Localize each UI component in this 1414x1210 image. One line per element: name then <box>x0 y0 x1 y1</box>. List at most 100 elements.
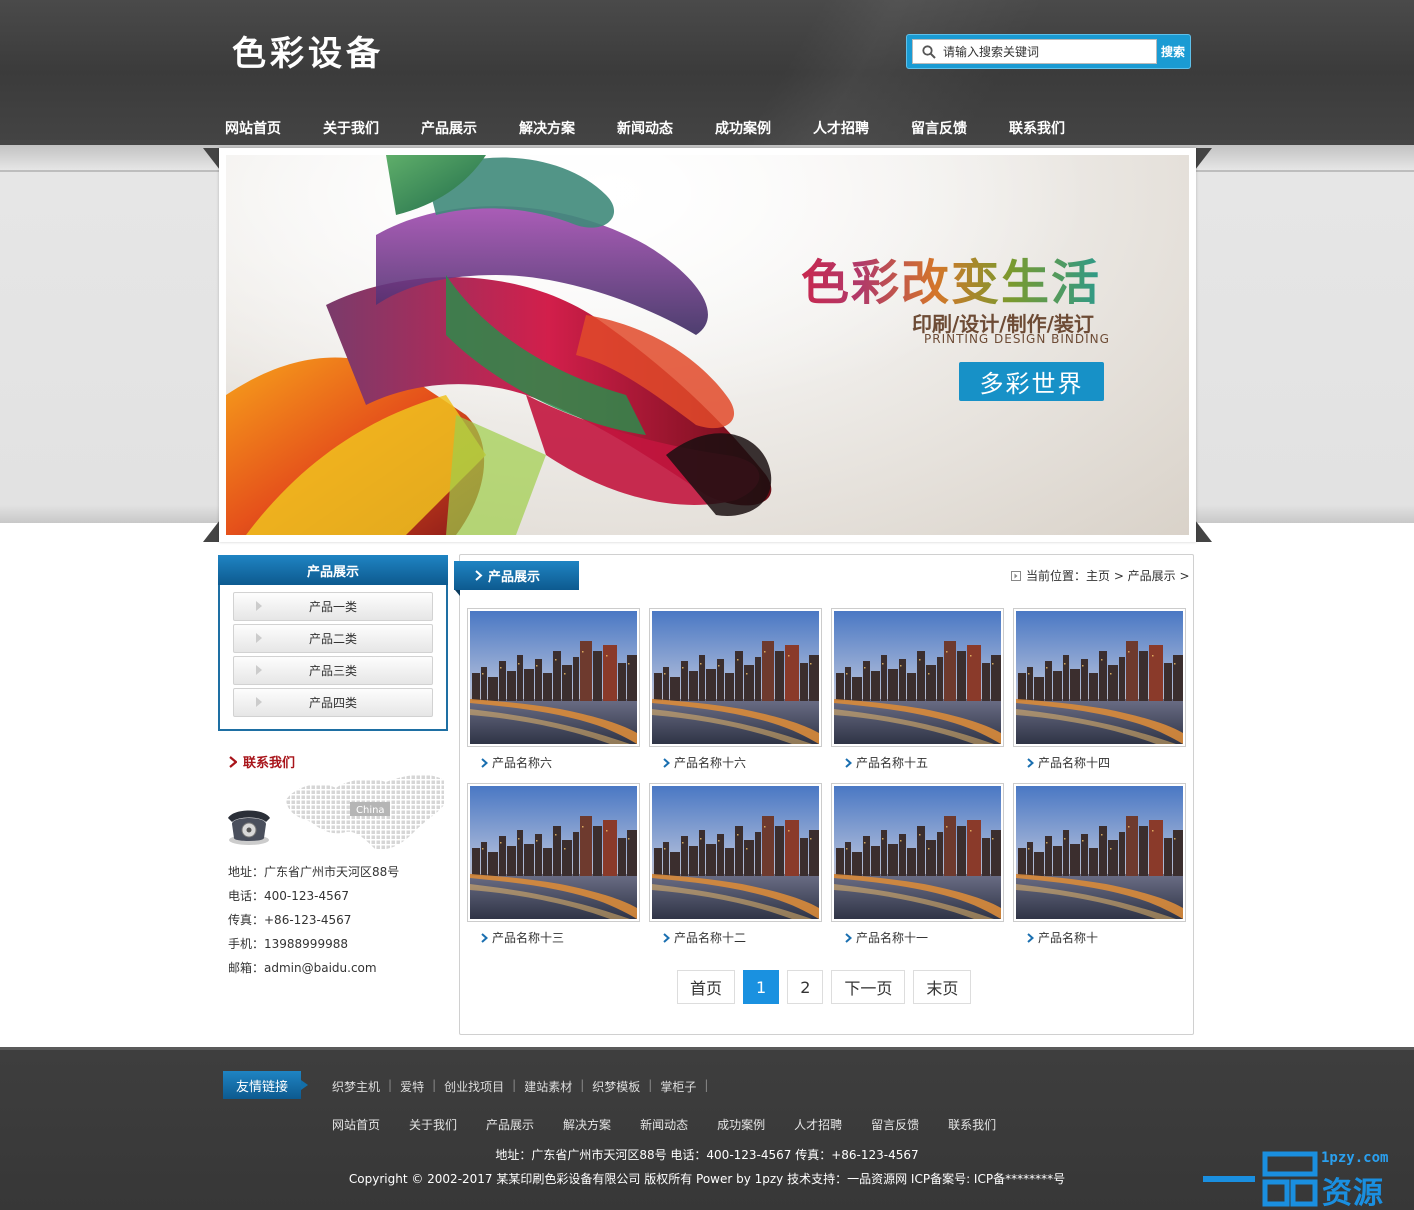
search-icon <box>922 45 936 59</box>
product-panel-tab: 产品展示 <box>454 561 579 596</box>
footer-nav-item[interactable]: 网站首页 <box>332 1116 380 1133</box>
friend-link[interactable]: 建站素材 <box>524 1078 572 1095</box>
footer-nav-item[interactable]: 成功案例 <box>717 1116 765 1133</box>
main-nav: 网站首页 关于我们 产品展示 解决方案 新闻动态 成功案例 人才招聘 留言反馈 … <box>225 118 1107 138</box>
pagination: 首页 1 2 下一页 末页 <box>677 970 979 1004</box>
page-next[interactable]: 下一页 <box>831 970 906 1004</box>
footer-nav-item[interactable]: 解决方案 <box>563 1116 611 1133</box>
footer-nav-item[interactable]: 关于我们 <box>409 1116 457 1133</box>
page-2[interactable]: 2 <box>787 970 824 1004</box>
category-item[interactable]: 产品二类 <box>233 624 433 653</box>
product-thumbnail[interactable] <box>831 608 1004 747</box>
footer-nav-item[interactable]: 产品展示 <box>486 1116 534 1133</box>
product-name[interactable]: 产品名称十四 <box>1038 756 1110 770</box>
product-name[interactable]: 产品名称十 <box>1038 931 1098 945</box>
nav-item-home[interactable]: 网站首页 <box>225 118 323 138</box>
breadcrumb-text[interactable]: 当前位置：主页 > 产品展示 > <box>1026 567 1190 584</box>
contact-title: 联系我们 <box>229 752 295 771</box>
product-card[interactable]: 产品名称十三 <box>467 783 640 946</box>
nav-item-news[interactable]: 新闻动态 <box>617 118 715 138</box>
nav-item-contact[interactable]: 联系我们 <box>1009 118 1107 138</box>
triangle-icon <box>256 601 262 611</box>
category-item[interactable]: 产品四类 <box>233 688 433 717</box>
footer-nav-item[interactable]: 留言反馈 <box>871 1116 919 1133</box>
product-thumbnail[interactable] <box>467 783 640 922</box>
nav-item-feedback[interactable]: 留言反馈 <box>911 118 1009 138</box>
product-card[interactable]: 产品名称十六 <box>649 608 822 771</box>
category-label: 产品一类 <box>308 600 357 614</box>
product-thumbnail[interactable] <box>1013 783 1186 922</box>
banner-image[interactable]: 色彩改变生活 印刷/设计/制作/装订 PRINTING DESIGN BINDI… <box>226 155 1189 535</box>
search-input[interactable]: 请输入搜索关键词 <box>912 39 1157 64</box>
friend-link[interactable]: 创业找项目 <box>444 1078 504 1095</box>
footer-nav-item[interactable]: 人才招聘 <box>794 1116 842 1133</box>
product-thumbnail[interactable] <box>467 608 640 747</box>
friend-link[interactable]: 掌柜子 <box>660 1078 696 1095</box>
friend-links: 织梦主机 | 爱特 | 创业找项目 | 建站素材 | 织梦模板 | 掌柜子 | <box>332 1078 709 1095</box>
search-button[interactable]: 搜索 <box>1157 39 1189 64</box>
product-thumbnail[interactable] <box>649 608 822 747</box>
friend-link[interactable]: 织梦模板 <box>592 1078 640 1095</box>
city-skyline-image <box>652 611 819 744</box>
banner-title: 色彩改变生活 <box>801 243 1101 313</box>
watermark-name: 资源网 <box>1322 1176 1384 1210</box>
footer-nav-item[interactable]: 联系我们 <box>948 1116 996 1133</box>
product-thumbnail[interactable] <box>649 783 822 922</box>
nav-item-about[interactable]: 关于我们 <box>323 118 421 138</box>
product-card[interactable]: 产品名称六 <box>467 608 640 771</box>
search-box: 请输入搜索关键词 搜索 <box>906 34 1191 69</box>
triangle-icon <box>256 697 262 707</box>
product-thumbnail[interactable] <box>1013 608 1186 747</box>
category-item[interactable]: 产品一类 <box>233 592 433 621</box>
product-card[interactable]: 产品名称十二 <box>649 783 822 946</box>
category-label: 产品二类 <box>308 632 357 646</box>
product-name[interactable]: 产品名称十二 <box>674 931 746 945</box>
product-card[interactable]: 产品名称十五 <box>831 608 1004 771</box>
banner-button[interactable]: 多彩世界 <box>959 362 1104 401</box>
friend-links-label: 友情链接 <box>223 1071 308 1099</box>
chevron-right-icon <box>481 758 488 768</box>
banner-corner <box>203 148 220 170</box>
city-skyline-image <box>652 786 819 919</box>
footer-nav-item[interactable]: 新闻动态 <box>640 1116 688 1133</box>
product-card[interactable]: 产品名称十一 <box>831 783 1004 946</box>
contact-address: 地址：广东省广州市天河区88号 <box>228 865 400 879</box>
nav-item-solutions[interactable]: 解决方案 <box>519 118 617 138</box>
chevron-right-icon <box>663 933 670 943</box>
contact-fax: 传真：+86-123-4567 <box>228 913 352 927</box>
product-name[interactable]: 产品名称十三 <box>492 931 564 945</box>
category-list: 产品一类 产品二类 产品三类 产品四类 <box>233 592 433 720</box>
chevron-right-icon <box>1027 933 1034 943</box>
page-1[interactable]: 1 <box>743 970 780 1004</box>
contact-email: 邮箱：admin@baidu.com <box>228 961 377 975</box>
map-label: China <box>356 805 385 816</box>
product-name[interactable]: 产品名称十六 <box>674 756 746 770</box>
chevron-right-icon <box>229 755 237 768</box>
contact-phone: 电话：400-123-4567 <box>228 889 350 903</box>
nav-item-jobs[interactable]: 人才招聘 <box>813 118 911 138</box>
friend-link[interactable]: 爱特 <box>400 1078 424 1095</box>
product-thumbnail[interactable] <box>831 783 1004 922</box>
product-name[interactable]: 产品名称十一 <box>856 931 928 945</box>
banner-subtitle-en: PRINTING DESIGN BINDING <box>924 332 1110 346</box>
chevron-right-icon <box>481 933 488 943</box>
nav-item-cases[interactable]: 成功案例 <box>715 118 813 138</box>
product-name[interactable]: 产品名称十五 <box>856 756 928 770</box>
product-panel-title: 产品展示 <box>488 570 541 585</box>
page-last[interactable]: 末页 <box>913 970 972 1004</box>
breadcrumb: 当前位置：主页 > 产品展示 > <box>1011 567 1190 584</box>
category-panel-title: 产品展示 <box>218 555 448 585</box>
product-name[interactable]: 产品名称六 <box>492 756 552 770</box>
chevron-right-icon <box>663 758 670 768</box>
product-card[interactable]: 产品名称十 <box>1013 783 1186 946</box>
world-map-image: China <box>286 774 444 850</box>
nav-item-products[interactable]: 产品展示 <box>421 118 519 138</box>
footer-copyright: Copyright © 2002-2017 某某印刷色彩设备有限公司 版权所有 … <box>348 1172 1066 1186</box>
search-placeholder: 请输入搜索关键词 <box>943 45 1040 59</box>
product-card[interactable]: 产品名称十四 <box>1013 608 1186 771</box>
site-logo[interactable]: 色彩设备 <box>232 26 384 75</box>
page-first[interactable]: 首页 <box>677 970 736 1004</box>
watermark-url: 1pzy.com <box>1321 1150 1389 1166</box>
category-item[interactable]: 产品三类 <box>233 656 433 685</box>
friend-link[interactable]: 织梦主机 <box>332 1078 380 1095</box>
